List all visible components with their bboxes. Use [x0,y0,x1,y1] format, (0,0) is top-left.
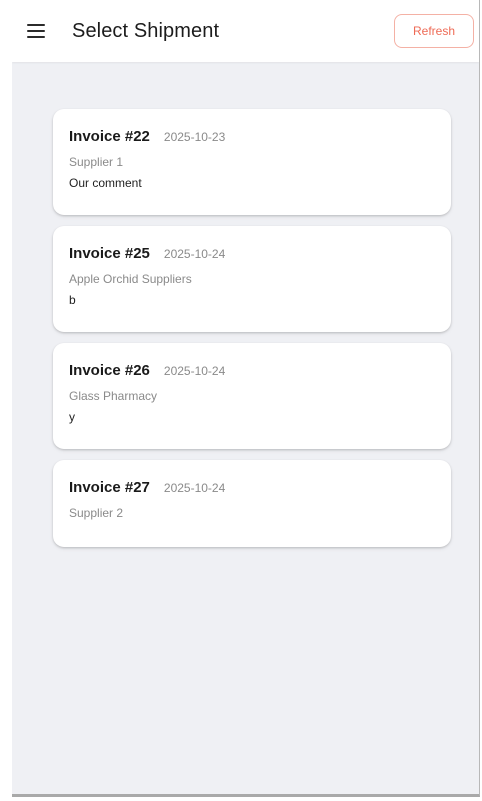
menu-icon-line [27,30,45,32]
invoice-date: 2025-10-23 [163,130,226,144]
invoice-date: 2025-10-24 [163,364,226,378]
page-title: Select Shipment [72,20,220,42]
supplier-name: Apple Orchid Suppliers [69,272,192,286]
hamburger-menu-icon[interactable] [27,24,45,38]
card-header: Invoice #26 2025-10-24 [69,362,435,382]
app-screen: Select Shipment Refresh Invoice #22 2025… [12,0,480,797]
invoice-number: Invoice #25 [69,245,150,262]
supplier-name: Supplier 1 [69,155,124,169]
menu-icon-line [27,24,45,26]
card-header: Invoice #22 2025-10-23 [69,128,435,148]
supplier-name: Supplier 2 [69,506,124,520]
card-header: Invoice #27 2025-10-24 [69,479,435,499]
menu-icon-line [27,36,45,38]
shipment-comment: Our comment [69,176,142,190]
shipment-list: Invoice #22 2025-10-23 Supplier 1 Our co… [53,109,451,558]
card-header: Invoice #25 2025-10-24 [69,245,435,265]
shipment-card[interactable]: Invoice #26 2025-10-24 Glass Pharmacy y [53,343,451,449]
invoice-number: Invoice #27 [69,479,150,496]
shipment-comment: b [69,293,76,307]
supplier-name: Glass Pharmacy [69,389,158,403]
invoice-number: Invoice #22 [69,128,150,145]
shipment-comment: y [69,410,75,424]
invoice-date: 2025-10-24 [163,247,226,261]
shipment-card[interactable]: Invoice #25 2025-10-24 Apple Orchid Supp… [53,226,451,332]
app-bar: Select Shipment Refresh [12,0,479,62]
shipment-card[interactable]: Invoice #22 2025-10-23 Supplier 1 Our co… [53,109,451,215]
invoice-date: 2025-10-24 [163,481,226,495]
refresh-button[interactable]: Refresh [394,14,474,48]
invoice-number: Invoice #26 [69,362,150,379]
shipment-card[interactable]: Invoice #27 2025-10-24 Supplier 2 [53,460,451,547]
